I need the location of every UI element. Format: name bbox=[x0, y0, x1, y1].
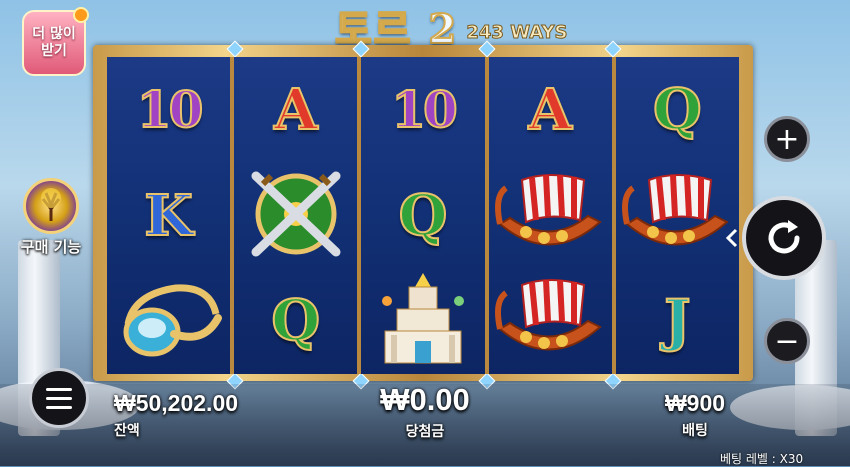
viking-ship-icon bbox=[492, 271, 608, 371]
get-more-button[interactable]: 더 많이 받기 bbox=[22, 7, 89, 76]
menu-button[interactable] bbox=[29, 368, 89, 428]
reel-cell bbox=[616, 163, 739, 269]
reel-cell: A bbox=[489, 57, 612, 163]
increase-bet-button[interactable]: + bbox=[764, 116, 810, 162]
reel-cell bbox=[234, 163, 357, 269]
symbol-a: A bbox=[273, 76, 318, 143]
reel-cell bbox=[361, 268, 484, 374]
reel-cell: 10 bbox=[107, 57, 230, 163]
reel-3: 10 Q bbox=[361, 57, 485, 374]
reel-cell: J bbox=[616, 268, 739, 374]
bet-value: ₩900 bbox=[664, 390, 726, 416]
ways-label: 243 WAYS bbox=[466, 21, 568, 43]
chevron-left-icon bbox=[725, 228, 738, 248]
reel-5: QJ bbox=[615, 57, 740, 374]
reel-cell: 10 bbox=[361, 57, 484, 163]
win-display: ₩0.00 당첨금 bbox=[370, 382, 480, 441]
reel-cell: A bbox=[234, 57, 357, 163]
symbol-ten: 10 bbox=[136, 79, 205, 139]
bet-label: 배팅 bbox=[682, 423, 708, 439]
menu-icon bbox=[46, 387, 72, 391]
viking-ship-icon bbox=[619, 166, 735, 266]
buy-feature-button[interactable]: 구매 기능 bbox=[14, 178, 88, 258]
shield-swords-icon bbox=[241, 164, 351, 268]
symbol-k: K bbox=[143, 182, 194, 249]
balance-display: ₩50,202.00 잔액 bbox=[114, 390, 238, 440]
reel-cell: Q bbox=[616, 57, 739, 163]
symbol-ten: 10 bbox=[390, 79, 459, 139]
reel-grid: 10 K A Q 10 Q A Q J bbox=[107, 57, 740, 374]
reel-cell bbox=[489, 163, 612, 269]
reel-cell: Q bbox=[361, 163, 484, 269]
world-tree-icon bbox=[23, 178, 79, 234]
symbol-q: Q bbox=[652, 76, 703, 143]
buy-feature-label: 구매 기능 bbox=[20, 238, 82, 256]
horn-icon bbox=[114, 274, 224, 368]
bet-level: 베팅 레벨 : X30 bbox=[720, 452, 804, 466]
reel-cell bbox=[489, 268, 612, 374]
spin-button[interactable] bbox=[742, 196, 826, 280]
win-label: 당첨금 bbox=[405, 424, 445, 440]
reel-cell: K bbox=[107, 163, 230, 269]
minus-icon: − bbox=[774, 323, 800, 359]
reel-cell: Q bbox=[234, 268, 357, 374]
reel-2: AQ bbox=[234, 57, 358, 374]
notification-dot bbox=[73, 7, 89, 23]
balance-label: 잔액 bbox=[114, 423, 140, 439]
plus-icon: + bbox=[774, 121, 800, 157]
symbol-q: Q bbox=[398, 182, 449, 249]
symbol-q: Q bbox=[270, 288, 321, 355]
symbol-a: A bbox=[527, 76, 572, 143]
get-more-label: 더 많이 받기 bbox=[32, 26, 76, 59]
refresh-arrow-icon bbox=[768, 220, 800, 254]
reel-4: A bbox=[488, 57, 612, 374]
reel-cell bbox=[107, 268, 230, 374]
win-value: ₩0.00 bbox=[380, 382, 470, 417]
temple-icon bbox=[373, 269, 473, 373]
symbol-j: J bbox=[663, 288, 691, 355]
reel-1: 10 K bbox=[107, 57, 231, 374]
balance-value: ₩50,202.00 bbox=[114, 390, 239, 416]
bet-display[interactable]: ₩900 배팅 bbox=[640, 390, 750, 440]
decrease-bet-button[interactable]: − bbox=[764, 318, 810, 364]
viking-ship-icon bbox=[492, 166, 608, 266]
